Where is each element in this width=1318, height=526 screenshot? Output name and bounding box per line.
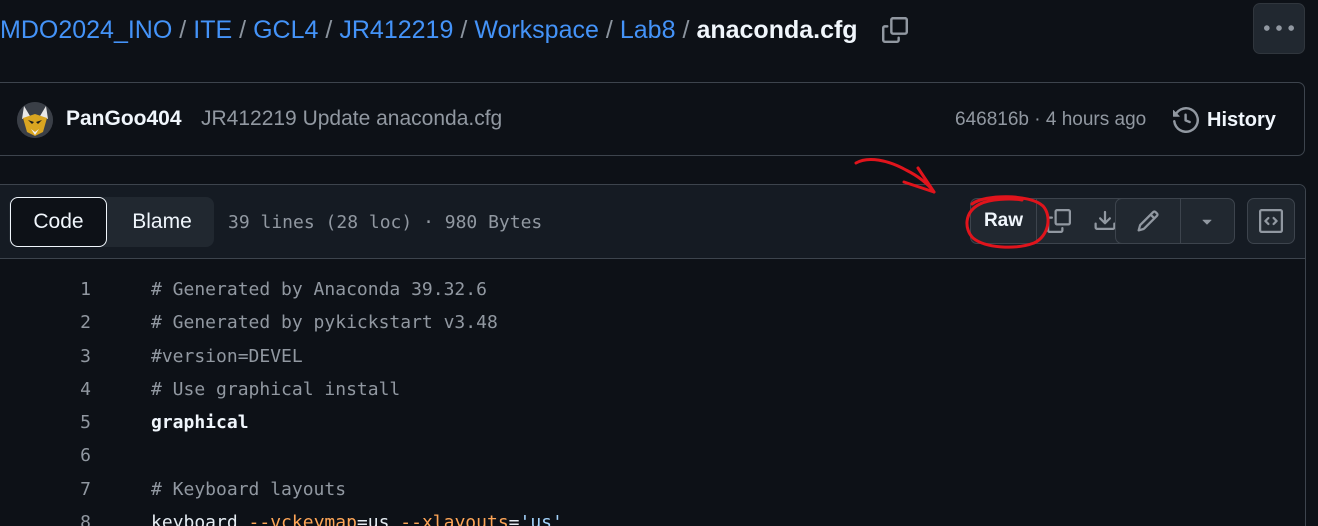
breadcrumb-separator: / [605,15,613,44]
pencil-icon [1137,210,1159,232]
edit-actions-group [1115,198,1235,244]
breadcrumb-item[interactable]: GCL4 [253,16,318,45]
code-plain-token: keyboard [151,512,249,526]
copy-icon [1047,209,1071,233]
line-number[interactable]: 5 [53,412,91,433]
line-number[interactable]: 3 [53,346,91,367]
code-line: 8 keyboard --vckeymap=us --xlayouts='us' [0,508,1305,526]
breadcrumb-item[interactable]: Workspace [474,16,599,45]
file-info: 39 lines (28 loc) · 980 Bytes [228,212,543,233]
code-string-token: 'us' [519,512,563,526]
commit-message[interactable]: JR412219 Update anaconda.cfg [201,107,502,131]
code-line: 7 # Keyboard layouts [0,475,1305,508]
code-line: 1 # Generated by Anaconda 39.32.6 [0,275,1305,308]
breadcrumb-separator: / [179,15,187,44]
code-option-token: --xlayouts [400,512,509,526]
tab-blame[interactable]: Blame [112,197,212,247]
line-content: graphical [151,412,249,434]
line-content: # Generated by pykickstart v3.48 [151,312,498,334]
copy-raw-button[interactable] [1037,199,1081,243]
line-number[interactable]: 6 [53,445,91,466]
edit-file-button[interactable] [1116,199,1181,243]
history-label: History [1207,108,1276,131]
tab-code[interactable]: Code [10,197,107,247]
code-line: 6 [0,441,1305,474]
latest-commit-bar: PanGoo404 JR412219 Update anaconda.cfg 6… [0,82,1305,156]
line-number[interactable]: 1 [53,279,91,300]
code-plain-token: us [367,512,401,526]
avatar[interactable] [17,102,53,138]
symbols-panel-button[interactable] [1248,199,1294,243]
breadcrumb-separator: / [682,15,690,44]
breadcrumb-separator: / [460,15,468,44]
line-content: # Keyboard layouts [151,478,347,500]
line-content: # Use graphical install [151,378,401,400]
copy-path-button[interactable] [880,15,910,45]
code-line: 5 graphical [0,408,1305,441]
breadcrumb-item[interactable]: JR412219 [339,16,453,45]
file-viewer: Code Blame 39 lines (28 loc) · 980 Bytes… [0,184,1306,526]
line-content: # Generated by Anaconda 39.32.6 [151,279,487,300]
line-number[interactable]: 8 [53,512,91,526]
edit-options-dropdown[interactable] [1181,199,1233,243]
code-plain-token: = [356,512,368,526]
commit-meta[interactable]: 646816b · 4 hours ago [955,109,1146,131]
avatar-image [17,102,53,138]
file-header: Code Blame 39 lines (28 loc) · 980 Bytes… [0,185,1305,259]
breadcrumb-item[interactable]: Lab8 [620,16,676,45]
line-number[interactable]: 4 [53,379,91,400]
history-button[interactable]: History [1173,103,1276,137]
line-number[interactable]: 2 [53,312,91,333]
raw-button[interactable]: Raw [971,199,1037,243]
copy-icon [881,17,908,43]
commit-author[interactable]: PanGoo404 [66,107,182,131]
code-view: 1 # Generated by Anaconda 39.32.6 2 # Ge… [0,275,1305,526]
file-view-page: MDO2024_INO / ITE / GCL4 / JR412219 / Wo… [0,0,1318,526]
view-mode-toggle: Code Blame [9,197,214,247]
line-content: keyboard --vckeymap=us --xlayouts='us' [151,512,563,526]
history-icon [1173,107,1199,133]
kebab-horizontal-icon [1264,24,1294,31]
line-content: #version=DEVEL [151,345,303,367]
symbols-group [1247,198,1295,244]
breadcrumb-separator: / [239,15,247,44]
code-line: 4 # Use graphical install [0,375,1305,408]
code-line: 2 # Generated by pykickstart v3.48 [0,308,1305,341]
download-icon [1094,210,1116,230]
breadcrumb: MDO2024_INO / ITE / GCL4 / JR412219 / Wo… [0,10,910,50]
triangle-down-icon [1202,219,1212,225]
code-square-icon [1259,209,1283,233]
breadcrumb-item[interactable]: ITE [193,16,232,45]
breadcrumb-separator: / [325,15,333,44]
line-number[interactable]: 7 [53,479,91,500]
more-options-button[interactable] [1253,3,1305,54]
breadcrumb-item[interactable]: MDO2024_INO [0,16,172,45]
code-option-token: --vckeymap [248,512,357,526]
code-line: 3 #version=DEVEL [0,342,1305,375]
raw-actions-group: Raw [970,198,1131,244]
breadcrumb-current-file: anaconda.cfg [696,15,858,44]
code-plain-token: = [508,512,520,526]
